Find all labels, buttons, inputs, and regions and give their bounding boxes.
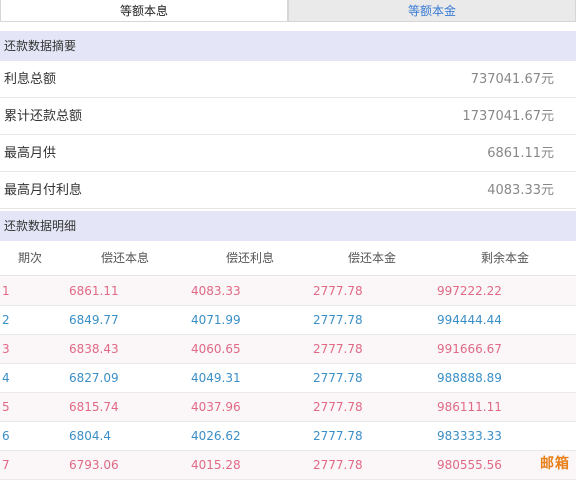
cell-payment: 6804.4 — [69, 429, 111, 443]
table-row: 2 6849.77 4071.99 2777.78 994444.44 — [0, 306, 576, 335]
cell-payment: 6815.74 — [69, 400, 119, 414]
cell-principal: 2777.78 — [313, 371, 363, 385]
cell-period: 3 — [2, 342, 10, 356]
summary-label: 最高月供 — [4, 146, 57, 161]
cell-interest: 4083.33 — [191, 284, 241, 298]
cell-interest: 4049.31 — [191, 371, 241, 385]
column-header-principal: 偿还本金 — [348, 251, 397, 265]
cell-remaining: 983333.33 — [437, 429, 502, 443]
tab-equal-principal[interactable]: 等额本金 — [288, 0, 576, 22]
summary-row-max-monthly-payment: 最高月供 6861.11元 — [0, 135, 576, 172]
summary-value: 737041.67元 — [470, 72, 554, 87]
watermark-logo: 邮箱 — [540, 456, 570, 472]
cell-remaining: 986111.11 — [437, 400, 502, 414]
cell-interest: 4060.65 — [191, 342, 241, 356]
table-row: 4 6827.09 4049.31 2777.78 988888.89 — [0, 364, 576, 393]
cell-principal: 2777.78 — [313, 284, 363, 298]
table-row: 1 6861.11 4083.33 2777.78 997222.22 — [0, 277, 576, 306]
column-header-period: 期次 — [18, 251, 43, 265]
cell-payment: 6793.06 — [69, 458, 119, 472]
cell-period: 2 — [2, 313, 10, 327]
table-row: 7 6793.06 4015.28 2777.78 980555.56 — [0, 451, 576, 480]
cell-period: 1 — [2, 284, 10, 298]
cell-interest: 4071.99 — [191, 313, 241, 327]
column-header-remaining: 剩余本金 — [481, 251, 530, 265]
cell-payment: 6827.09 — [69, 371, 119, 385]
table-row: 6 6804.4 4026.62 2777.78 983333.33 — [0, 422, 576, 451]
cell-payment: 6849.77 — [69, 313, 119, 327]
summary-value: 6861.11元 — [487, 146, 554, 161]
column-header-interest: 偿还利息 — [226, 251, 275, 265]
table-row: 3 6838.43 4060.65 2777.78 991666.67 — [0, 335, 576, 364]
cell-period: 6 — [2, 429, 10, 443]
cell-period: 4 — [2, 371, 10, 385]
cell-interest: 4037.96 — [191, 400, 241, 414]
summary-row-total-repayment: 累计还款总额 1737041.67元 — [0, 98, 576, 135]
summary-section-header: 还款数据摘要 — [0, 31, 576, 61]
cell-remaining: 997222.22 — [437, 284, 502, 298]
table-row: 5 6815.74 4037.96 2777.78 986111.11 — [0, 393, 576, 422]
cell-remaining: 994444.44 — [437, 313, 502, 327]
cell-period: 7 — [2, 458, 10, 472]
cell-principal: 2777.78 — [313, 458, 363, 472]
summary-value: 1737041.67元 — [462, 109, 554, 124]
column-header-payment: 偿还本息 — [101, 251, 150, 265]
tab-equal-installment[interactable]: 等额本息 — [0, 0, 288, 22]
cell-interest: 4015.28 — [191, 458, 241, 472]
cell-principal: 2777.78 — [313, 400, 363, 414]
detail-table-header: 期次 偿还本息 偿还利息 偿还本金 剩余本金 — [0, 241, 576, 276]
cell-payment: 6861.11 — [69, 284, 119, 298]
summary-row-max-monthly-interest: 最高月付利息 4083.33元 — [0, 172, 576, 209]
detail-section-header: 还款数据明细 — [0, 211, 576, 241]
cell-period: 5 — [2, 400, 10, 414]
repayment-method-tabs: 等额本息 等额本金 — [0, 0, 576, 23]
summary-row-total-interest: 利息总额 737041.67元 — [0, 61, 576, 98]
cell-principal: 2777.78 — [313, 313, 363, 327]
summary-label: 利息总额 — [4, 72, 57, 87]
cell-remaining: 980555.56 — [437, 458, 502, 472]
cell-interest: 4026.62 — [191, 429, 241, 443]
summary-label: 累计还款总额 — [4, 109, 83, 124]
summary-value: 4083.33元 — [487, 183, 554, 198]
cell-principal: 2777.78 — [313, 342, 363, 356]
cell-remaining: 988888.89 — [437, 371, 502, 385]
cell-payment: 6838.43 — [69, 342, 119, 356]
summary-label: 最高月付利息 — [4, 183, 83, 198]
cell-principal: 2777.78 — [313, 429, 363, 443]
cell-remaining: 991666.67 — [437, 342, 502, 356]
